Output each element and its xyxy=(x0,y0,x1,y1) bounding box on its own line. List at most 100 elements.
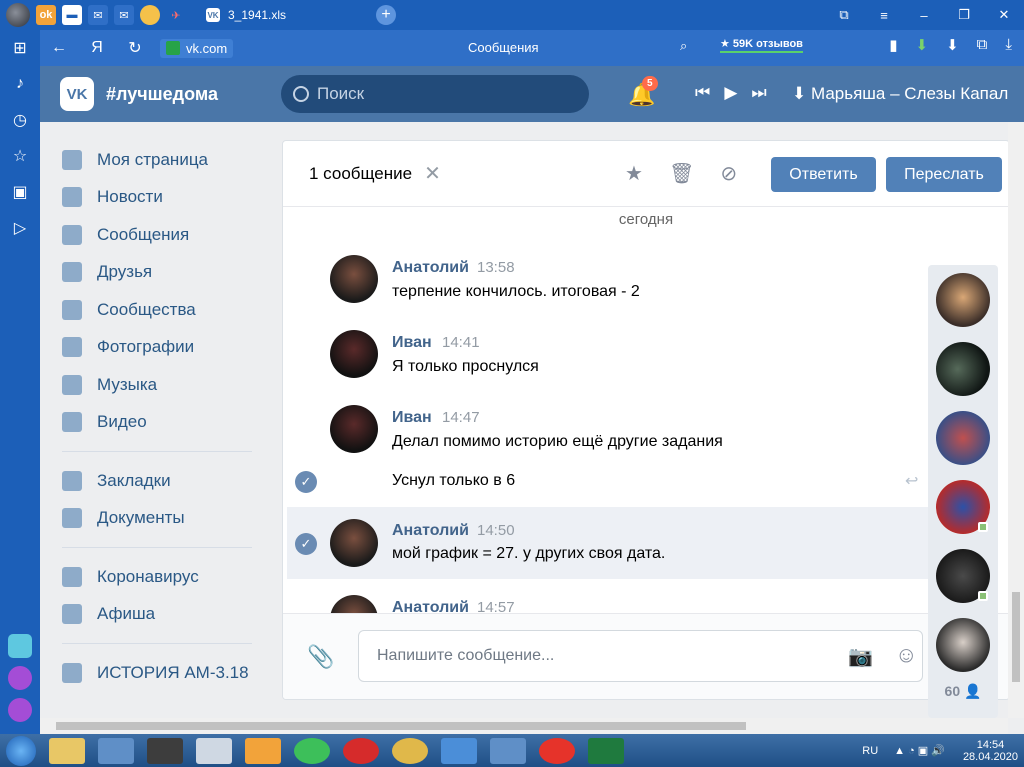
nav-item[interactable]: Новости xyxy=(40,179,270,217)
tab-icon-emoji[interactable] xyxy=(140,5,160,25)
explorer-icon[interactable] xyxy=(49,737,85,764)
vk-hashtag[interactable]: #лучшедома xyxy=(106,84,218,105)
tab-icon-mail2[interactable]: ✉ xyxy=(114,5,134,25)
download-arrow-icon[interactable]: ⬇ xyxy=(946,36,959,54)
nav-item[interactable]: Музыка xyxy=(40,366,270,404)
avatar[interactable] xyxy=(330,405,378,453)
tray-icons[interactable]: ▲ ◔ ▣ 🔊 xyxy=(894,744,945,757)
chrome-icon[interactable] xyxy=(392,737,428,764)
app-icon[interactable] xyxy=(441,737,477,764)
next-track-icon[interactable]: ⏭ xyxy=(751,83,766,103)
message-row[interactable]: Иван 14:47 Делал помимо историю ещё друг… xyxy=(283,401,929,463)
paint-icon[interactable] xyxy=(245,737,281,764)
yandex-browser-icon[interactable] xyxy=(539,737,575,764)
excel-icon[interactable] xyxy=(588,737,624,764)
avatar[interactable] xyxy=(330,519,378,567)
alice-icon-2[interactable] xyxy=(8,698,32,722)
nav-item[interactable]: Документы xyxy=(40,500,270,538)
tab-vk[interactable]: VK 3_1941.xls xyxy=(196,3,376,27)
bookmark-manager-icon[interactable]: ⧉ xyxy=(824,0,864,30)
message-row[interactable]: ✓ Уснул только в 6 ↩ xyxy=(283,463,929,503)
calculator-icon[interactable] xyxy=(196,737,232,764)
message-author[interactable]: Анатолий xyxy=(392,259,469,277)
collections-icon[interactable]: ▣ xyxy=(0,174,40,210)
chat-avatar[interactable] xyxy=(936,411,990,465)
avatar[interactable] xyxy=(330,255,378,303)
reviews-badge[interactable]: ★ 59K отзывов xyxy=(720,37,803,53)
prev-track-icon[interactable]: ⏮ xyxy=(695,83,710,103)
message-row-selected[interactable]: ✓ Анатолий 14:50 мой график = 27. у друг… xyxy=(287,507,933,579)
alice-icon[interactable] xyxy=(8,666,32,690)
refresh-button[interactable]: ↻ xyxy=(116,38,154,58)
nav-item[interactable]: Афиша xyxy=(40,596,270,634)
reply-button[interactable]: Ответить xyxy=(771,157,876,192)
members-count[interactable]: 60 👤 xyxy=(928,683,998,700)
reply-arrow-icon[interactable]: ↩ xyxy=(905,471,918,491)
translate-icon[interactable]: ⧉ xyxy=(977,36,988,54)
network-icon[interactable] xyxy=(98,737,134,764)
now-playing[interactable]: ⬇ Марьяша – Слезы Капал xyxy=(792,84,1024,104)
vk-logo[interactable]: VK xyxy=(60,77,94,111)
language-indicator[interactable]: RU xyxy=(862,745,878,757)
bell-icon[interactable]: ♪ xyxy=(0,66,40,102)
star-icon[interactable]: ☆ xyxy=(0,138,40,174)
back-button[interactable]: ← xyxy=(40,39,78,57)
opera-icon[interactable] xyxy=(343,737,379,764)
play-icon[interactable]: ▷ xyxy=(0,210,40,246)
scroll-thumb[interactable] xyxy=(1012,592,1020,682)
start-button[interactable] xyxy=(6,735,36,766)
nav-item[interactable]: Сообщества xyxy=(40,291,270,329)
chat-avatar[interactable] xyxy=(936,549,990,603)
history-icon[interactable]: ◷ xyxy=(0,102,40,138)
star-icon[interactable]: ★ xyxy=(625,161,643,186)
chat-avatar[interactable] xyxy=(936,273,990,327)
profile-avatar[interactable] xyxy=(6,3,30,27)
new-tab-button[interactable]: + xyxy=(376,5,396,25)
network-map-icon[interactable] xyxy=(490,737,526,764)
chat-avatar[interactable] xyxy=(936,618,990,672)
nav-item[interactable]: ИСТОРИЯ АМ-3.18 xyxy=(40,654,270,692)
tab-icon-chat[interactable]: ▬ xyxy=(62,5,82,25)
tab-icon-odnoklassniki[interactable]: ok xyxy=(36,5,56,25)
message-author[interactable]: Иван xyxy=(392,334,432,352)
message-row[interactable]: Анатолий 13:58 терпение кончилось. итого… xyxy=(283,251,929,321)
downloads-icon[interactable]: ⤓ xyxy=(1005,36,1012,54)
search-page-icon[interactable]: ⌕ xyxy=(680,38,687,54)
chat-avatar[interactable] xyxy=(936,342,990,396)
scroll-thumb[interactable] xyxy=(56,722,746,730)
message-author[interactable]: Анатолий xyxy=(392,522,469,540)
nav-item[interactable]: Фотографии xyxy=(40,329,270,367)
camera-app-icon[interactable] xyxy=(147,737,183,764)
search-input[interactable]: Поиск xyxy=(281,75,589,113)
mail-agent-icon[interactable] xyxy=(294,737,330,764)
protect-icon[interactable]: ⬇ xyxy=(915,36,928,54)
camera-icon[interactable]: 📷 xyxy=(848,644,873,669)
nav-item[interactable]: Моя страница xyxy=(40,141,270,179)
menu-icon[interactable]: ≡ xyxy=(864,0,904,30)
message-row[interactable]: Иван 14:41 Я только проснулся xyxy=(283,326,929,396)
maximize-button[interactable]: ❐ xyxy=(944,0,984,30)
forward-button[interactable]: Переслать xyxy=(886,157,1002,192)
yandex-button[interactable]: Я xyxy=(78,39,116,57)
url-field[interactable]: vk.com xyxy=(160,38,234,58)
close-button[interactable]: ✕ xyxy=(984,0,1024,30)
nav-item[interactable]: Видео xyxy=(40,404,270,442)
message-input[interactable]: Напишите сообщение... xyxy=(358,630,923,682)
clock[interactable]: 14:54 28.04.2020 xyxy=(963,739,1018,763)
grid-icon[interactable]: ⊞ xyxy=(0,30,40,66)
nav-item[interactable]: Сообщения xyxy=(40,216,270,254)
check-icon[interactable]: ✓ xyxy=(295,533,317,555)
avatar[interactable] xyxy=(330,330,378,378)
horizontal-scrollbar[interactable] xyxy=(40,718,1008,734)
minimize-button[interactable]: – xyxy=(904,0,944,30)
clear-selection-icon[interactable]: ✕ xyxy=(424,161,441,186)
bookmark-icon[interactable]: ▮ xyxy=(889,36,897,54)
attach-icon[interactable]: 📎 xyxy=(307,644,334,670)
message-author[interactable]: Иван xyxy=(392,409,432,427)
play-icon[interactable]: ▶ xyxy=(724,83,737,103)
send-app-icon[interactable] xyxy=(8,634,32,658)
trash-icon[interactable]: 🗑 xyxy=(669,161,694,186)
nav-item[interactable]: Друзья xyxy=(40,254,270,292)
block-icon[interactable]: ⊘ xyxy=(720,161,737,186)
nav-item[interactable]: Коронавирус xyxy=(40,558,270,596)
